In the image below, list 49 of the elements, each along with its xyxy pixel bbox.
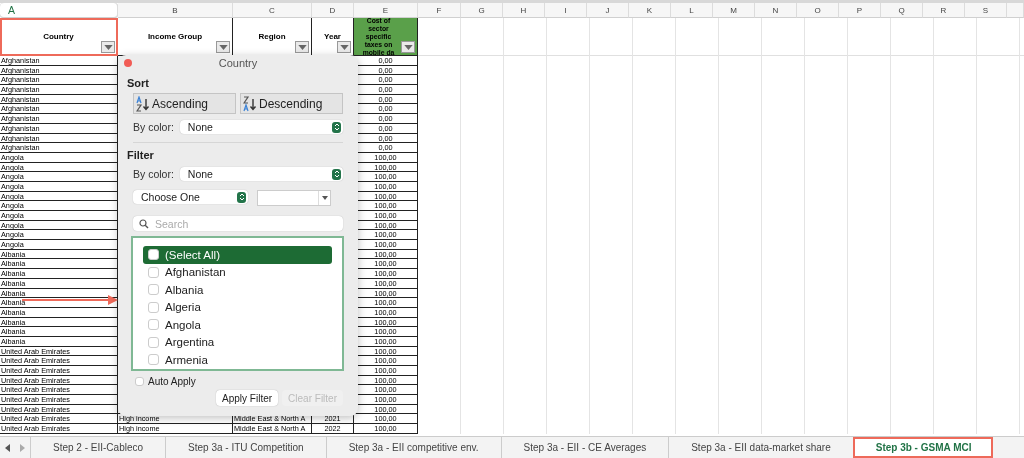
header-text: Year: [323, 32, 342, 41]
sheet-tab[interactable]: Step 3b - GSMA MCI: [852, 437, 994, 458]
checkbox-label: Auto Apply: [148, 376, 196, 387]
column-header[interactable]: F: [418, 3, 461, 18]
column-header[interactable]: R: [923, 3, 965, 18]
header-text: Country: [42, 32, 75, 41]
column-header[interactable]: B: [118, 3, 233, 18]
column-header[interactable]: E: [354, 3, 418, 18]
sheet-tab[interactable]: Step 3a - EII - CE Averages: [500, 437, 669, 458]
header-text: Region: [257, 32, 287, 41]
list-item[interactable]: (Select All): [143, 246, 332, 264]
sheet-tab[interactable]: Step 3a - EII data-market share: [668, 437, 853, 458]
section-label: Filter: [127, 149, 154, 161]
list-item[interactable]: Angola: [143, 316, 332, 334]
apply-filter-button[interactable]: Apply Filter: [216, 390, 279, 406]
column-header[interactable]: L: [671, 3, 713, 18]
column-header[interactable]: Q: [881, 3, 923, 18]
sort-descending-button[interactable]: Descending: [240, 93, 343, 114]
field-label: By color:: [133, 168, 174, 180]
sheet-tab[interactable]: Step 3a - ITU Competition: [165, 437, 326, 458]
search-field[interactable]: Search: [133, 216, 343, 231]
condition-dropdown[interactable]: Choose One: [133, 190, 248, 204]
header-text: Income Group: [146, 32, 204, 41]
list-item[interactable]: Albania: [143, 281, 332, 299]
sheet-tab[interactable]: Step 2 - EII-Cableco: [30, 437, 166, 458]
column-header[interactable]: D: [312, 3, 354, 18]
column-header[interactable]: G: [461, 3, 503, 18]
color-dropdown[interactable]: None: [179, 120, 343, 134]
column-header[interactable]: H: [503, 3, 545, 18]
list-item[interactable]: Armenia: [143, 351, 332, 369]
field-label: By color:: [133, 121, 174, 133]
column-header[interactable]: C: [233, 3, 312, 18]
column-header[interactable]: S: [965, 3, 1007, 18]
sort-ascending-button[interactable]: Ascending: [133, 93, 236, 114]
column-header[interactable]: P: [839, 3, 881, 18]
column-header[interactable]: O: [797, 3, 839, 18]
column-header[interactable]: I: [545, 3, 587, 18]
column-header[interactable]: N: [755, 3, 797, 18]
list-item[interactable]: Argentina: [143, 333, 332, 351]
column-header[interactable]: J: [587, 3, 629, 18]
color-dropdown[interactable]: None: [179, 167, 343, 181]
sheet-tab[interactable]: Step 3a - EII competitive env.: [325, 437, 501, 458]
column-header[interactable]: A: [0, 3, 118, 18]
section-label: Sort: [127, 77, 149, 89]
list-item[interactable]: Algeria: [143, 298, 332, 316]
popup-title: Country: [218, 57, 258, 69]
column-header[interactable]: K: [629, 3, 671, 18]
column-header[interactable]: M: [713, 3, 755, 18]
list-item[interactable]: Afghanistan: [143, 263, 332, 281]
